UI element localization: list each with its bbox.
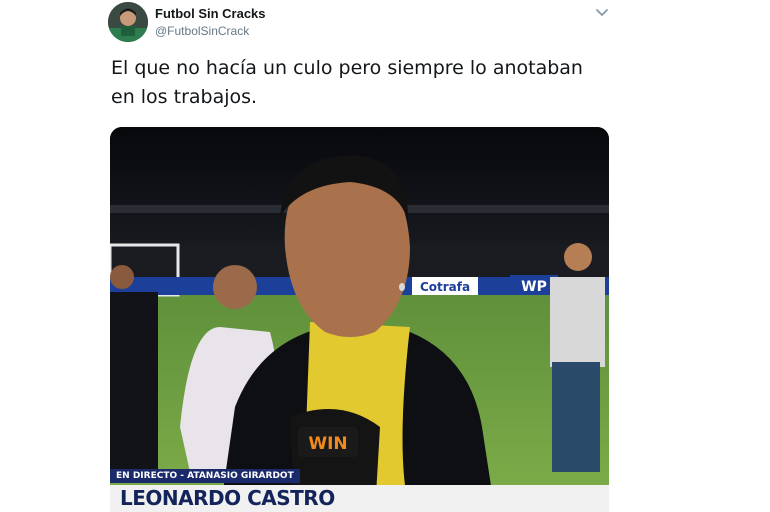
- player-name-caption: LEONARDO CASTRO: [110, 485, 609, 512]
- tweet-media-image[interactable]: Cotrafa WP WIN EN DIRECTO - ATANASIO GIR…: [110, 127, 609, 512]
- chevron-down-icon[interactable]: [592, 4, 612, 22]
- broadcast-tag: EN DIRECTO - ATANASIO GIRARDOT: [110, 469, 300, 483]
- tweet-text: El que no hacía un culo pero siempre lo …: [111, 57, 583, 108]
- tweet: Futbol Sin Cracks @FutbolSinCrack El que…: [0, 0, 770, 512]
- avatar[interactable]: [108, 2, 148, 42]
- ad-board-cotrafa: Cotrafa: [420, 280, 470, 294]
- display-name[interactable]: Futbol Sin Cracks: [155, 6, 266, 21]
- user-handle[interactable]: @FutbolSinCrack: [155, 24, 249, 38]
- ad-board-wp: WP: [521, 279, 547, 295]
- mic-logo: WIN: [308, 434, 347, 454]
